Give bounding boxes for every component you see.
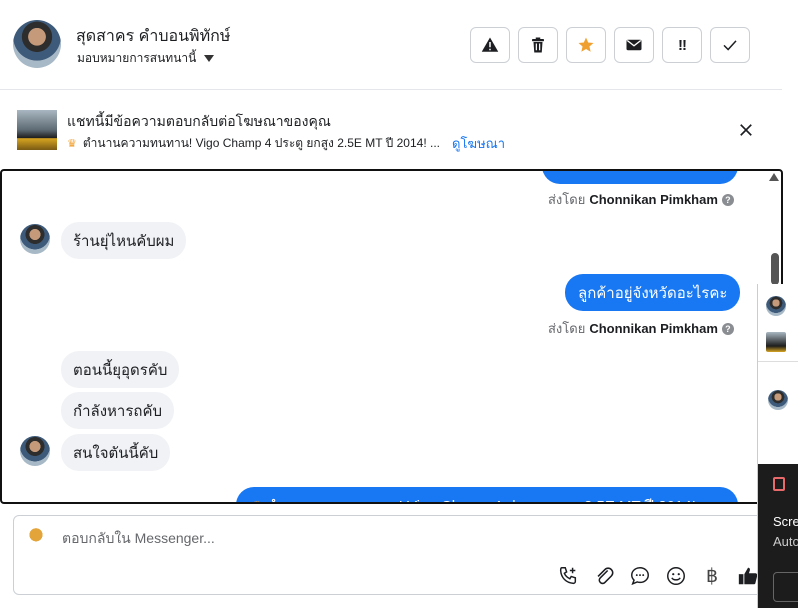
ad-reply-banner: แชทนี้มีข้อความตอบกลับต่อโฆษณาของคุณ ♛ ต… <box>0 91 782 167</box>
crown-icon: ♛ <box>67 138 77 150</box>
message-bubble-outgoing[interactable] <box>542 171 738 184</box>
message-composer: ฿ <box>13 515 771 595</box>
help-icon[interactable]: ? <box>721 322 734 335</box>
ad-thumbnail <box>766 332 786 352</box>
message-bubble-outgoing[interactable]: ♛ ตำนานความทนทาน! Vigo Champ 4 ประตู ยกส… <box>236 487 738 503</box>
star-icon <box>578 37 594 52</box>
message-bubble-incoming[interactable]: ตอนนี้ยุอุดรคับ <box>61 351 180 388</box>
toast-title: Scre <box>773 514 798 529</box>
avatar <box>766 296 786 316</box>
image-icon <box>773 477 785 491</box>
view-ad-link[interactable]: ดูโฆษณา <box>452 133 505 154</box>
contact-name[interactable]: สุดสาคร คำบอนพิทักษ์ <box>76 24 230 49</box>
payment-button[interactable]: ฿ <box>698 562 726 590</box>
side-popup-panel: Scre Auto <box>757 284 798 608</box>
ad-banner-title: แชทนี้มีข้อความตอบกลับต่อโฆษณาของคุณ <box>67 113 331 129</box>
mark-done-button[interactable] <box>710 27 750 63</box>
messenger-inbox-page: สุดสาคร คำบอนพิทักษ์ มอบหมายการสนทนานี้ … <box>0 0 798 608</box>
delete-button[interactable] <box>518 27 558 63</box>
sent-by-prefix: ส่งโดย <box>548 192 586 207</box>
ad-reply-text: ตำนานความทนทาน! Vigo Champ 4 ประตู ยกสูง… <box>266 494 696 503</box>
conversation-toolbar: !! <box>470 27 750 63</box>
emoji-button[interactable] <box>662 562 690 590</box>
message-thread[interactable]: ส่งโดย Chonnikan Pimkham ? ร้านยุ่ไหนคับ… <box>0 169 783 504</box>
report-spam-button[interactable] <box>470 27 510 63</box>
composer-toolbar: ฿ <box>554 562 762 590</box>
contact-avatar-small <box>20 436 50 466</box>
phone-add-icon <box>559 567 577 585</box>
follow-up-button[interactable]: !! <box>662 27 702 63</box>
trash-icon <box>532 37 544 53</box>
scroll-up-arrow-icon[interactable] <box>769 173 779 181</box>
message-bubble-incoming[interactable]: สนใจตันนี้คับ <box>61 434 171 471</box>
close-icon[interactable] <box>737 121 755 139</box>
emoji-icon <box>667 567 685 585</box>
mark-unread-button[interactable] <box>614 27 654 63</box>
contact-avatar-small <box>20 224 50 254</box>
ad-name: ตำนานความทนทาน! Vigo Champ 4 ประตู ยกสูง… <box>82 136 440 150</box>
baht-icon: ฿ <box>705 565 719 587</box>
contact-avatar[interactable] <box>13 20 61 68</box>
exclamation-icon: !! <box>678 36 687 54</box>
reply-input[interactable] <box>62 528 662 548</box>
assign-conversation-dropdown[interactable]: มอบหมายการสนทนานี้ <box>77 49 215 68</box>
avatar <box>768 390 788 410</box>
notification-card[interactable] <box>758 284 798 362</box>
help-icon[interactable]: ? <box>721 193 734 206</box>
agent-name: Chonnikan Pimkham <box>589 321 718 336</box>
star-button[interactable] <box>566 27 606 63</box>
message-bubble-incoming[interactable]: ร้านยุ่ไหนคับผม <box>61 222 187 259</box>
sent-by-prefix: ส่งโดย <box>548 321 586 336</box>
envelope-icon <box>626 39 642 51</box>
screenshot-toast[interactable]: Scre Auto <box>758 464 798 608</box>
ad-banner-subtitle: ♛ ตำนานความทนทาน! Vigo Champ 4 ประตู ยกส… <box>67 133 505 154</box>
message-bubble-incoming[interactable]: กำลังหารถคับ <box>61 392 175 429</box>
caret-down-icon <box>204 55 215 62</box>
scrollbar-thumb[interactable] <box>771 253 779 285</box>
conversation-header: สุดสาคร คำบอนพิทักษ์ มอบหมายการสนทนานี้ … <box>0 0 782 90</box>
paperclip-icon <box>597 567 614 585</box>
alert-triangle-icon <box>481 37 499 52</box>
page-logo <box>23 526 49 548</box>
thumbs-up-icon <box>738 567 758 585</box>
ad-thumbnail[interactable] <box>17 110 57 150</box>
message-bubble-outgoing[interactable]: ลูกค้าอยู่จังหวัดอะไรคะ <box>565 274 741 311</box>
attach-button[interactable] <box>590 562 618 590</box>
check-icon <box>723 40 737 51</box>
crown-icon: ♛ <box>252 499 262 502</box>
assign-label: มอบหมายการสนทนานี้ <box>77 51 197 65</box>
sent-by-label: ส่งโดย Chonnikan Pimkham ? <box>548 318 734 339</box>
sent-by-label: ส่งโดย Chonnikan Pimkham ? <box>548 189 734 210</box>
toast-body: Auto <box>773 534 798 549</box>
add-call-button[interactable] <box>554 562 582 590</box>
agent-name: Chonnikan Pimkham <box>589 192 718 207</box>
chat-bubble-icon <box>631 567 649 586</box>
toast-thumbnail[interactable] <box>773 572 798 602</box>
saved-replies-button[interactable] <box>626 562 654 590</box>
